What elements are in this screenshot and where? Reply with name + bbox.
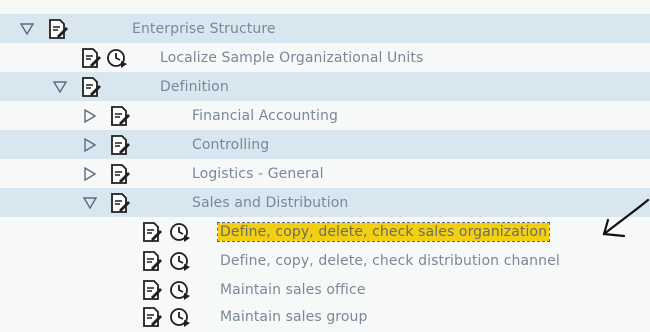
document-pen-icon <box>141 250 163 272</box>
clock-execute-icon[interactable] <box>169 279 191 301</box>
tree-node-financial-accounting[interactable]: Financial Accounting <box>0 102 650 131</box>
tree-node-label: Define, copy, delete, check distribution… <box>220 253 560 269</box>
tree-node-define-sales-organization[interactable]: Define, copy, delete, check sales organi… <box>0 218 650 247</box>
clock-execute-icon[interactable] <box>169 250 191 272</box>
tree-node-localize-sample-org-units[interactable]: Localize Sample Organizational Units <box>0 44 650 73</box>
tree-node-label: Enterprise Structure <box>132 21 276 37</box>
document-pen-icon <box>47 18 69 40</box>
document-pen-icon <box>141 306 163 328</box>
img-tree: Enterprise Structure Localize Sample Org… <box>0 0 650 327</box>
tree-node-sales-and-distribution[interactable]: Sales and Distribution <box>0 189 650 218</box>
tree-node-label: Maintain sales office <box>220 282 366 298</box>
clock-execute-icon[interactable] <box>106 47 128 69</box>
document-pen-icon <box>80 47 102 69</box>
triangle-down-icon[interactable] <box>19 21 35 37</box>
triangle-right-icon[interactable] <box>82 166 98 182</box>
tree-node-logistics-general[interactable]: Logistics - General <box>0 160 650 189</box>
triangle-down-icon[interactable] <box>52 79 68 95</box>
tree-node-definition[interactable]: Definition <box>0 73 650 102</box>
tree-node-label: Sales and Distribution <box>192 195 349 211</box>
triangle-right-icon[interactable] <box>82 108 98 124</box>
tree-node-label: Controlling <box>192 137 270 153</box>
tree-node-label: Definition <box>160 79 229 95</box>
tree-node-label: Localize Sample Organizational Units <box>160 50 424 66</box>
triangle-right-icon[interactable] <box>82 137 98 153</box>
triangle-down-icon[interactable] <box>82 195 98 211</box>
tree-node-label: Financial Accounting <box>192 108 338 124</box>
tree-node-label: Logistics - General <box>192 166 324 182</box>
tree-node-enterprise-structure[interactable]: Enterprise Structure <box>0 15 650 44</box>
tree-node-maintain-sales-group[interactable]: Maintain sales group <box>0 303 650 332</box>
clock-execute-icon[interactable] <box>169 306 191 328</box>
document-pen-icon <box>109 105 131 127</box>
tree-node-define-distribution-channel[interactable]: Define, copy, delete, check distribution… <box>0 247 650 276</box>
document-pen-icon <box>80 76 102 98</box>
hand-drawn-arrow-icon <box>598 196 650 246</box>
tree-node-label-selected: Define, copy, delete, check sales organi… <box>216 222 551 242</box>
document-pen-icon <box>141 221 163 243</box>
clock-execute-icon[interactable] <box>169 221 191 243</box>
tree-node-maintain-sales-office[interactable]: Maintain sales office <box>0 276 650 305</box>
document-pen-icon <box>109 134 131 156</box>
tree-node-label: Maintain sales group <box>220 309 368 325</box>
document-pen-icon <box>109 192 131 214</box>
document-pen-icon <box>109 163 131 185</box>
document-pen-icon <box>141 279 163 301</box>
tree-node-controlling[interactable]: Controlling <box>0 131 650 160</box>
